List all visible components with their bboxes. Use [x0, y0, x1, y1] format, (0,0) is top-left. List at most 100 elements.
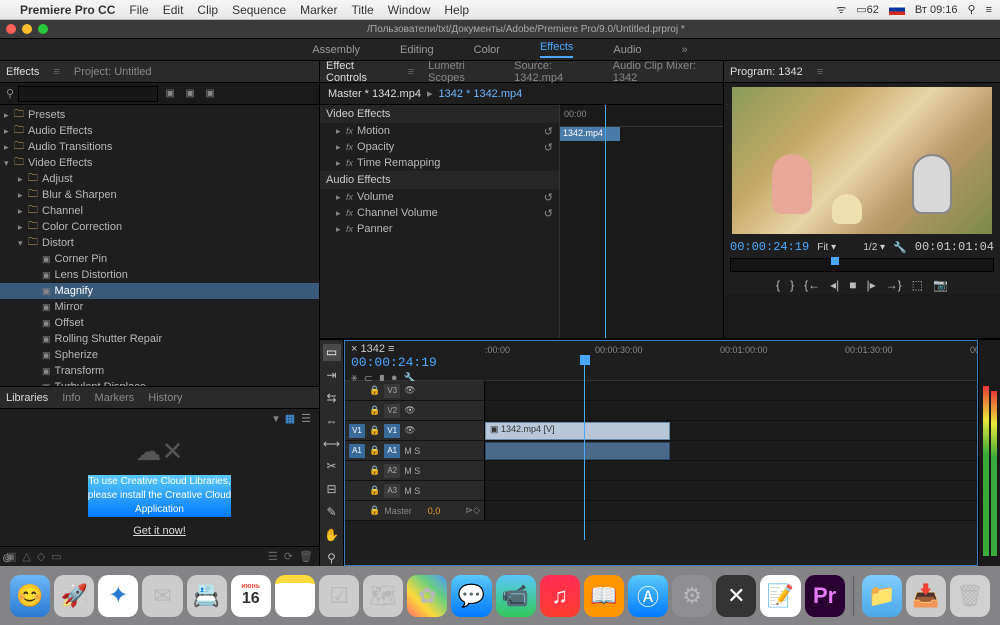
- track-a1[interactable]: [485, 441, 977, 460]
- tab-info[interactable]: Info: [62, 392, 80, 404]
- effects-folder[interactable]: ▸🗀Audio Transitions: [0, 139, 319, 155]
- effects-preset[interactable]: ▣Rolling Shutter Repair: [0, 331, 319, 347]
- dock-trash[interactable]: 🗑: [950, 575, 990, 617]
- workspace-color[interactable]: Color: [474, 44, 500, 56]
- wifi-icon[interactable]: ᯤ: [836, 2, 846, 17]
- preset-icon-2[interactable]: ▣: [182, 86, 198, 102]
- menu-file[interactable]: File: [129, 3, 148, 17]
- list-view-icon[interactable]: ☰: [301, 412, 311, 425]
- razor-tool[interactable]: ✂: [323, 458, 341, 475]
- step-back-icon[interactable]: ◂|: [830, 278, 839, 292]
- tab-audio-clip-mixer[interactable]: Audio Clip Mixer: 1342: [613, 60, 717, 84]
- lock-icon[interactable]: 🔒: [369, 505, 380, 516]
- sync-icon[interactable]: ⟳: [284, 550, 293, 563]
- mark-out-icon[interactable]: }: [790, 278, 794, 292]
- dock-maps[interactable]: 🗺: [363, 575, 403, 617]
- eye-icon[interactable]: 👁: [404, 385, 415, 396]
- ec-fx-volume[interactable]: ▸fxVolume↺: [320, 189, 559, 205]
- effects-preset[interactable]: ▣Transform: [0, 363, 319, 379]
- effects-preset[interactable]: ▣Corner Pin: [0, 251, 319, 267]
- dock-app[interactable]: ✕: [716, 575, 756, 617]
- libraries-dropdown-icon[interactable]: ▾: [273, 412, 279, 425]
- tab-history[interactable]: History: [148, 392, 182, 404]
- pen-tool[interactable]: ✎: [323, 504, 341, 521]
- dock-appstore[interactable]: Ⓐ: [628, 575, 668, 617]
- track-header-a3[interactable]: 🔒A3M S: [345, 481, 485, 500]
- keyframe-icon[interactable]: ⊳◇: [466, 505, 480, 516]
- timeline-ruler[interactable]: :00:00 00:00:30:00 00:01:00:00 00:01:30:…: [485, 341, 977, 380]
- ec-clip-bar[interactable]: 1342.mp4: [560, 127, 620, 141]
- lock-icon[interactable]: 🔒: [369, 405, 380, 416]
- effects-preset[interactable]: ▣Spherize: [0, 347, 319, 363]
- lift-icon[interactable]: ⬚: [912, 278, 923, 292]
- ripple-edit-tool[interactable]: ⇆: [323, 390, 341, 407]
- rolling-edit-tool[interactable]: ⇔: [323, 412, 341, 429]
- dock-ibooks[interactable]: 📖: [584, 575, 624, 617]
- track-header-v3[interactable]: 🔒V3👁: [345, 381, 485, 400]
- track-v1[interactable]: ▣ 1342.mp4 [V]: [485, 421, 977, 440]
- timeline-timecode[interactable]: 00:00:24:19: [351, 355, 479, 370]
- tab-effect-controls[interactable]: Effect Controls: [326, 60, 394, 84]
- dock-folder[interactable]: 📁: [862, 575, 902, 617]
- tab-libraries[interactable]: Libraries: [6, 392, 48, 404]
- dock-contacts[interactable]: 📇: [187, 575, 227, 617]
- menu-clip[interactable]: Clip: [197, 3, 218, 17]
- ec-fx-panner[interactable]: ▸fxPanner: [320, 221, 559, 237]
- footer-icon[interactable]: △: [22, 550, 30, 563]
- effects-folder[interactable]: ▾🗀Video Effects: [0, 155, 319, 171]
- dock-safari[interactable]: [98, 575, 138, 617]
- audio-clip[interactable]: [485, 442, 670, 460]
- effects-preset[interactable]: ▣Magnify: [0, 283, 319, 299]
- menu-help[interactable]: Help: [444, 3, 469, 17]
- effects-preset[interactable]: ▣Turbulent Displace: [0, 379, 319, 386]
- dock-reminders[interactable]: ☑: [319, 575, 359, 617]
- workspace-audio[interactable]: Audio: [613, 44, 641, 56]
- workspace-editing[interactable]: Editing: [400, 44, 434, 56]
- track-a2[interactable]: [485, 461, 977, 480]
- window-zoom-button[interactable]: [38, 24, 48, 34]
- effects-folder[interactable]: ▸🗀Blur & Sharpen: [0, 187, 319, 203]
- dock-downloads[interactable]: 📥: [906, 575, 946, 617]
- effects-folder[interactable]: ▸🗀Adjust: [0, 171, 319, 187]
- clock[interactable]: Вт 09:16: [915, 4, 958, 16]
- effects-folder[interactable]: ▸🗀Color Correction: [0, 219, 319, 235]
- mark-in-icon[interactable]: {: [776, 278, 780, 292]
- lock-icon[interactable]: 🔒: [369, 445, 380, 456]
- lock-icon[interactable]: 🔒: [369, 425, 380, 436]
- program-playhead[interactable]: [831, 257, 839, 265]
- track-header-v2[interactable]: 🔒V2👁: [345, 401, 485, 420]
- dock-itunes[interactable]: ♫: [540, 575, 580, 617]
- export-frame-icon[interactable]: 📷: [933, 278, 948, 292]
- timeline-playhead-marker[interactable]: [580, 355, 590, 365]
- effects-search-input[interactable]: [18, 86, 158, 102]
- get-it-now-link[interactable]: Get it now!: [133, 525, 186, 537]
- dock-finder[interactable]: 😊: [10, 575, 50, 617]
- tab-program[interactable]: Program: 1342: [730, 66, 803, 78]
- effects-preset[interactable]: ▣Lens Distortion: [0, 267, 319, 283]
- slip-tool[interactable]: ⊟: [323, 481, 341, 498]
- ec-fx-channel-volume[interactable]: ▸fxChannel Volume↺: [320, 205, 559, 221]
- track-header-a2[interactable]: 🔒A2M S: [345, 461, 485, 480]
- tab-effects[interactable]: Effects: [6, 66, 39, 78]
- dock-notes[interactable]: [275, 575, 315, 617]
- app-name[interactable]: Premiere Pro CC: [20, 3, 115, 17]
- track-header-v1[interactable]: V1🔒V1👁: [345, 421, 485, 440]
- trash-icon[interactable]: 🗑: [299, 550, 313, 563]
- rate-stretch-tool[interactable]: ⟷: [323, 435, 341, 452]
- track-header-a1[interactable]: A1🔒A1M S: [345, 441, 485, 460]
- video-clip[interactable]: ▣ 1342.mp4 [V]: [485, 422, 670, 440]
- menu-title[interactable]: Title: [351, 3, 373, 17]
- preset-icon-3[interactable]: ▣: [202, 86, 218, 102]
- dock-textedit[interactable]: 📝: [760, 575, 800, 617]
- program-zoom-dropdown[interactable]: 1/2 ▾: [863, 242, 885, 253]
- dock-photos[interactable]: ✿: [407, 575, 447, 617]
- track-master[interactable]: [485, 501, 977, 520]
- dock-calendar[interactable]: июнь16: [231, 575, 271, 617]
- dock-premiere[interactable]: Pr: [805, 575, 845, 617]
- go-to-out-icon[interactable]: →}: [886, 278, 902, 292]
- program-timecode[interactable]: 00:00:24:19: [730, 240, 809, 254]
- effects-folder[interactable]: ▸🗀Presets: [0, 107, 319, 123]
- footer-icon[interactable]: ◇: [37, 550, 45, 563]
- program-scrubber[interactable]: [730, 258, 994, 272]
- go-to-in-icon[interactable]: {←: [804, 278, 820, 292]
